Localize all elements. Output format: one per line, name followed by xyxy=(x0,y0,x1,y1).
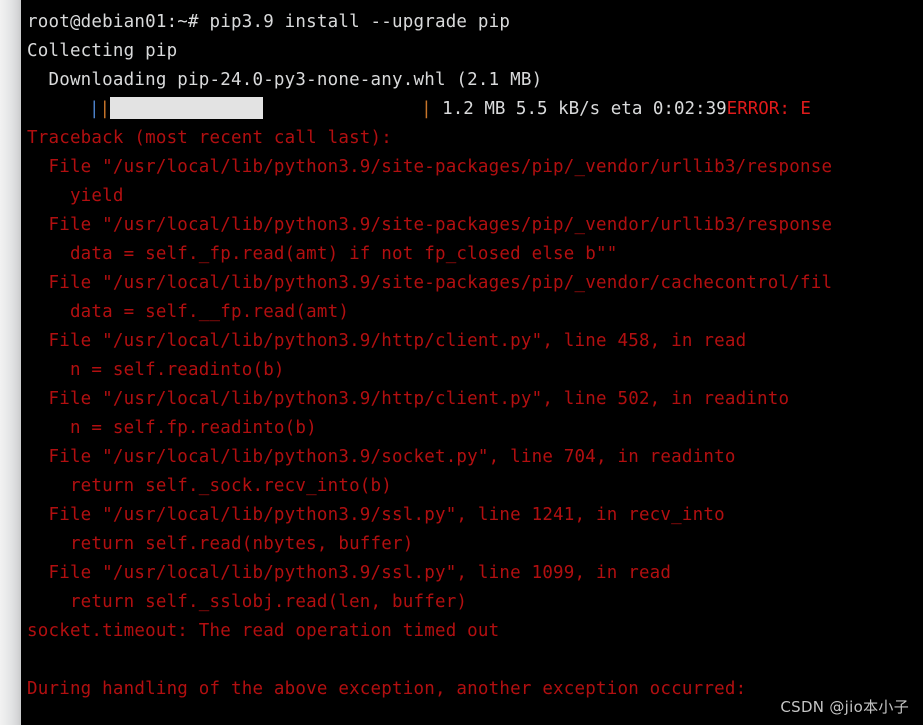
terminal-screen[interactable]: root@debian01:~# pip3.9 install --upgrad… xyxy=(21,0,923,725)
traceback-code-line: data = self._fp.read(amt) if not fp_clos… xyxy=(27,244,618,264)
progress-left-edge: | xyxy=(99,99,111,119)
traceback-header: Traceback (most recent call last): xyxy=(27,128,393,148)
terminal-line-clipped-top xyxy=(27,0,923,8)
traceback-blank-line xyxy=(27,646,923,675)
traceback-code-line: return self._sock.recv_into(b) xyxy=(27,476,393,496)
download-progress-bar: || | 1.2 MB 5.5 kB/s eta 0:02:39ERROR: E xyxy=(27,95,923,124)
traceback-file-line: File "/usr/local/lib/python3.9/ssl.py", … xyxy=(27,563,672,583)
progress-right-edge: | xyxy=(421,99,432,119)
traceback-code-line: data = self.__fp.read(amt) xyxy=(27,302,350,322)
traceback-file-line: File "/usr/local/lib/python3.9/socket.py… xyxy=(27,447,736,467)
traceback-code-line: return self.read(nbytes, buffer) xyxy=(27,534,414,554)
traceback-code-line: return self._sslobj.read(len, buffer) xyxy=(27,592,468,612)
terminal-output: root@debian01:~# pip3.9 install --upgrad… xyxy=(21,0,923,704)
terminal-line-collecting: Collecting pip xyxy=(27,41,178,61)
progress-cursor: | xyxy=(89,99,100,119)
traceback-file-line: File "/usr/local/lib/python3.9/site-pack… xyxy=(27,273,833,293)
progress-fill xyxy=(110,97,264,119)
traceback-code-line: n = self.readinto(b) xyxy=(27,360,285,380)
traceback-file-line: File "/usr/local/lib/python3.9/http/clie… xyxy=(27,331,747,351)
progress-stats: 1.2 MB 5.5 kB/s eta 0:02:39 xyxy=(431,99,727,119)
terminal-line-downloading: Downloading pip-24.0-py3-none-any.whl (2… xyxy=(27,70,543,90)
traceback-file-line: File "/usr/local/lib/python3.9/site-pack… xyxy=(27,157,833,177)
progress-remaining xyxy=(263,97,421,119)
terminal-prompt-line: root@debian01:~# pip3.9 install --upgrad… xyxy=(27,12,511,32)
traceback-file-line: File "/usr/local/lib/python3.9/http/clie… xyxy=(27,389,790,409)
csdn-watermark: CSDN @jio本小子 xyxy=(780,698,909,716)
window-scrollbar-strip[interactable] xyxy=(0,0,21,725)
error-fragment: ERROR: E xyxy=(726,99,811,119)
traceback-code-line: n = self.fp.readinto(b) xyxy=(27,418,317,438)
traceback-code-line: yield xyxy=(27,186,124,206)
traceback-file-line: File "/usr/local/lib/python3.9/site-pack… xyxy=(27,215,833,235)
traceback-file-line: File "/usr/local/lib/python3.9/ssl.py", … xyxy=(27,505,725,525)
traceback-exception: socket.timeout: The read operation timed… xyxy=(27,621,500,641)
